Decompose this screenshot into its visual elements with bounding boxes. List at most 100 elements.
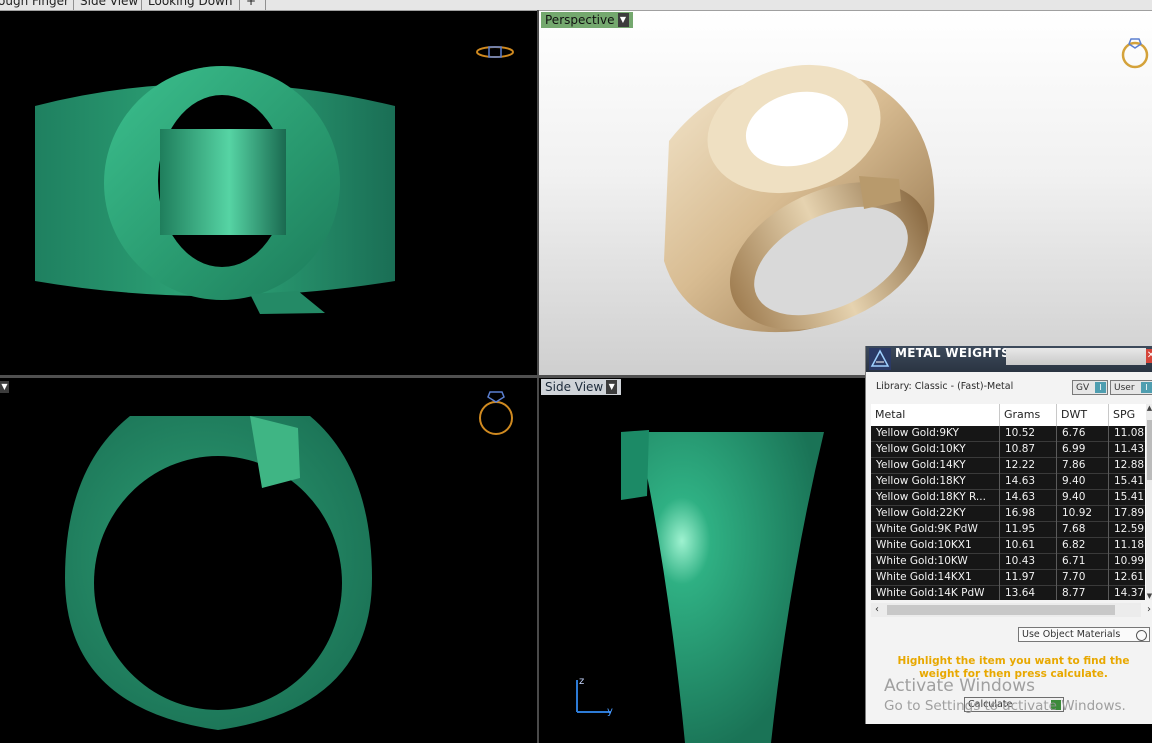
cell-spg: 12.59 <box>1109 522 1149 538</box>
library-label: Library: Classic - (Fast)-Metal <box>876 381 1014 392</box>
column-header-metal[interactable]: Metal <box>871 404 1000 426</box>
table-row[interactable]: White Gold:10KW 10.43 6.71 10.99 <box>871 554 1149 570</box>
tab-side-view[interactable]: Side View <box>74 0 142 10</box>
cell-grams: 10.61 <box>1000 538 1057 554</box>
cell-dwt: 10.92 <box>1057 506 1109 522</box>
cell-grams: 16.98 <box>1000 506 1057 522</box>
front-viewport[interactable] <box>0 11 537 375</box>
side-view-label-text: Side View <box>545 380 604 394</box>
cell-dwt: 7.86 <box>1057 458 1109 474</box>
cell-metal: Yellow Gold:9KY <box>871 426 1000 442</box>
cell-dwt: 7.68 <box>1057 522 1109 538</box>
cell-dwt: 6.82 <box>1057 538 1109 554</box>
cell-spg: 12.61 <box>1109 570 1149 586</box>
matrix-logo-icon <box>869 348 891 370</box>
cell-grams: 10.87 <box>1000 442 1057 458</box>
cell-dwt: 9.40 <box>1057 490 1109 506</box>
table-body: Yellow Gold:9KY 10.52 6.76 11.08 Yellow Gold… <box>871 426 1149 600</box>
title-bar-fill <box>1006 348 1146 365</box>
cell-metal: Yellow Gold:14KY <box>871 458 1000 474</box>
cell-spg: 17.89 <box>1109 506 1149 522</box>
scrollbar-thumb[interactable] <box>1147 420 1152 480</box>
axis-indicator: z y <box>571 672 621 722</box>
use-object-materials-option[interactable]: Use Object Materials <box>1018 627 1150 642</box>
cell-spg: 14.37 <box>1109 586 1149 600</box>
cell-grams: 14.63 <box>1000 474 1057 490</box>
table-row[interactable]: White Gold:14K PdW 13.64 8.77 14.37 <box>871 586 1149 600</box>
ring-orientation-icon[interactable] <box>1119 29 1152 73</box>
chevron-down-icon[interactable]: ▼ <box>617 13 629 27</box>
scroll-up-icon[interactable]: ▲ <box>1146 404 1152 412</box>
tab-looking-down[interactable]: Looking Down <box>142 0 240 10</box>
column-header-grams[interactable]: Grams <box>1000 404 1057 426</box>
metal-weights-panel: METAL WEIGHTS ✕ Library: Classic - (Fast… <box>865 346 1152 724</box>
table-row[interactable]: Yellow Gold:14KY 12.22 7.86 12.88 <box>871 458 1149 474</box>
add-tab-button[interactable]: + <box>240 0 266 10</box>
user-toggle-button[interactable]: User I <box>1110 380 1152 395</box>
top-ring-render <box>65 416 372 730</box>
scroll-down-icon[interactable]: ▼ <box>1146 592 1152 600</box>
panel-title: METAL WEIGHTS <box>895 346 1011 360</box>
gv-label: GV <box>1076 383 1090 393</box>
panel-title-bar[interactable]: METAL WEIGHTS ✕ <box>866 346 1152 372</box>
top-viewport[interactable]: ▼ <box>0 378 537 743</box>
radio-icon[interactable] <box>1136 630 1147 641</box>
tab-tough-finger[interactable]: ough Finger <box>0 0 74 10</box>
metal-weights-table: Metal Grams DWT SPG Yellow Gold:9KY 10.52… <box>871 404 1152 600</box>
table-row[interactable]: White Gold:14KX1 11.97 7.70 12.61 <box>871 570 1149 586</box>
toggle-icon: I <box>1095 382 1106 393</box>
cell-metal: Yellow Gold:18KY <box>871 474 1000 490</box>
cell-grams: 11.97 <box>1000 570 1057 586</box>
axis-z-label: z <box>579 676 584 687</box>
cell-grams: 13.64 <box>1000 586 1057 600</box>
table-row[interactable]: Yellow Gold:18KY 14.63 9.40 15.41 <box>871 474 1149 490</box>
cell-metal: White Gold:9K PdW <box>871 522 1000 538</box>
cell-dwt: 9.40 <box>1057 474 1109 490</box>
cell-dwt: 6.99 <box>1057 442 1109 458</box>
chevron-down-icon[interactable]: ▼ <box>0 381 9 393</box>
cell-spg: 15.41 <box>1109 490 1149 506</box>
table-horizontal-scrollbar[interactable]: ‹ › <box>871 603 1151 617</box>
perspective-view-label[interactable]: Perspective ▼ <box>541 12 633 28</box>
cell-grams: 10.52 <box>1000 426 1057 442</box>
ring-orientation-icon[interactable] <box>476 386 516 440</box>
table-row[interactable]: Yellow Gold:10KY 10.87 6.99 11.43 <box>871 442 1149 458</box>
column-header-dwt[interactable]: DWT <box>1057 404 1109 426</box>
cell-metal: White Gold:14K PdW <box>871 586 1000 600</box>
table-row[interactable]: Yellow Gold:9KY 10.52 6.76 11.08 <box>871 426 1149 442</box>
cell-metal: White Gold:10KX1 <box>871 538 1000 554</box>
cell-grams: 14.63 <box>1000 490 1057 506</box>
cell-grams: 11.95 <box>1000 522 1057 538</box>
ring-orientation-icon[interactable] <box>476 41 516 67</box>
table-row[interactable]: Yellow Gold:18KY R... 14.63 9.40 15.41 <box>871 490 1149 506</box>
table-row[interactable]: Yellow Gold:22KY 16.98 10.92 17.89 <box>871 506 1149 522</box>
cell-grams: 12.22 <box>1000 458 1057 474</box>
cell-grams: 10.43 <box>1000 554 1057 570</box>
cell-dwt: 8.77 <box>1057 586 1109 600</box>
side-view-label[interactable]: Side View ▼ <box>541 379 622 395</box>
use-object-materials-label: Use Object Materials <box>1022 629 1121 640</box>
cell-spg: 11.43 <box>1109 442 1149 458</box>
cell-spg: 11.18 <box>1109 538 1149 554</box>
cell-metal: White Gold:10KW <box>871 554 1000 570</box>
cell-spg: 15.41 <box>1109 474 1149 490</box>
toggle-icon: I <box>1141 382 1152 393</box>
cell-metal: Yellow Gold:18KY R... <box>871 490 1000 506</box>
gv-toggle-button[interactable]: GV I <box>1072 380 1108 395</box>
perspective-viewport[interactable]: Perspective ▼ <box>539 11 1152 375</box>
table-row[interactable]: White Gold:9K PdW 11.95 7.68 12.59 <box>871 522 1149 538</box>
scroll-right-icon[interactable]: › <box>1143 603 1152 617</box>
cell-dwt: 6.71 <box>1057 554 1109 570</box>
chevron-down-icon[interactable]: ▼ <box>606 380 618 394</box>
axis-y-label: y <box>607 706 613 717</box>
table-vertical-scrollbar[interactable]: ▲ ▼ <box>1146 404 1152 600</box>
close-icon[interactable]: ✕ <box>1146 349 1152 363</box>
activate-windows-subtitle: Go to Settings to activate Windows. <box>884 698 1126 714</box>
table-row[interactable]: White Gold:10KX1 10.61 6.82 11.18 <box>871 538 1149 554</box>
scroll-left-icon[interactable]: ‹ <box>871 603 883 617</box>
front-ring-render <box>35 66 395 314</box>
cell-metal: White Gold:14KX1 <box>871 570 1000 586</box>
scrollbar-thumb[interactable] <box>887 605 1115 615</box>
cell-metal: Yellow Gold:22KY <box>871 506 1000 522</box>
table-header: Metal Grams DWT SPG <box>871 404 1152 427</box>
